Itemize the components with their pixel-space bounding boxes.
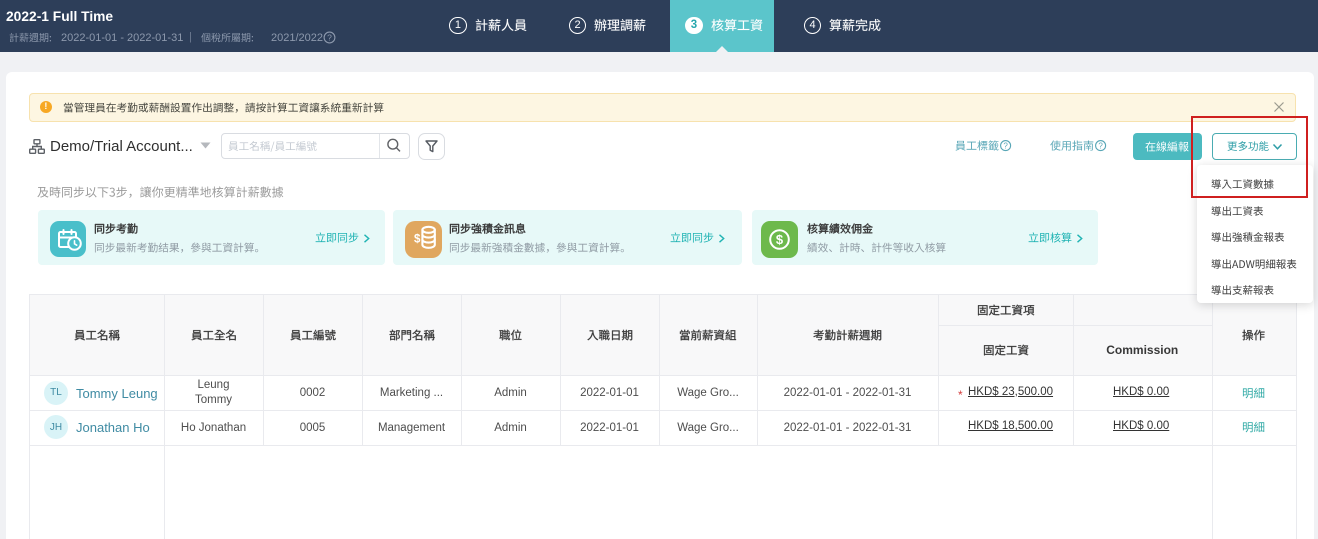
svg-text:?: ? [327,33,332,43]
svg-text:$: $ [776,232,784,247]
svg-text:?: ? [1098,142,1103,151]
svg-text:$: $ [414,234,421,246]
svg-text:?: ? [1003,142,1008,151]
